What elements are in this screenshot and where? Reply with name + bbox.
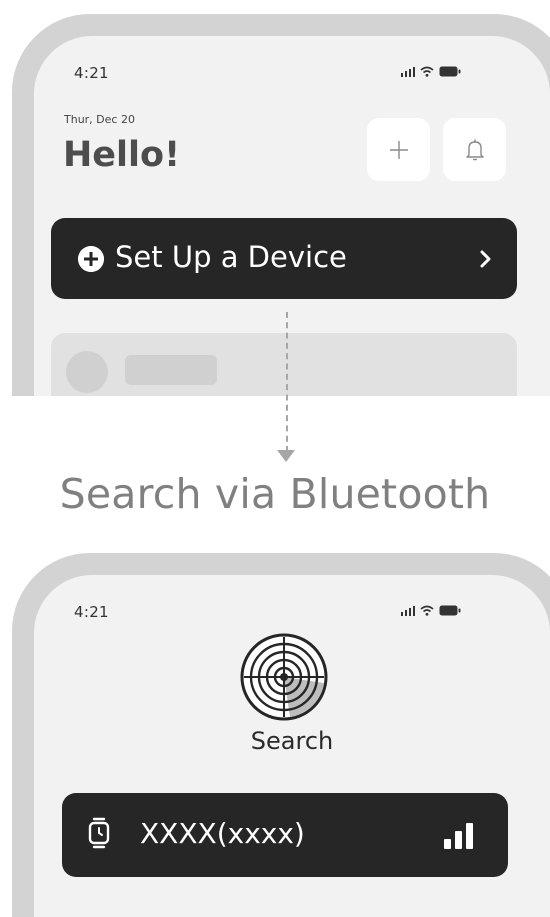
status-icons [401, 66, 461, 77]
search-screen: 4:21 Search XXXX(xxxx) [34, 575, 550, 917]
chevron-right-icon [480, 250, 491, 268]
plus-icon [389, 140, 408, 159]
home-screen: 4:21 Thur, Dec 20 Hello! Set Up a Device [34, 36, 550, 396]
status-time: 4:21 [74, 64, 109, 82]
notifications-button[interactable] [443, 118, 506, 181]
battery-icon [439, 66, 461, 77]
search-label: Search [250, 727, 334, 755]
flow-caption: Search via Bluetooth [59, 470, 491, 518]
status-icons [401, 605, 461, 616]
flow-connector-line [286, 312, 288, 452]
cellular-signal-icon [401, 66, 415, 77]
placeholder-text [125, 355, 217, 385]
wifi-icon [420, 605, 434, 616]
device-list-item[interactable]: XXXX(xxxx) [62, 793, 508, 877]
placeholder-avatar [66, 351, 108, 393]
greeting-title: Hello! [63, 135, 181, 175]
setup-device-label: Set Up a Device [115, 240, 347, 274]
watch-icon [88, 817, 110, 849]
setup-device-button[interactable]: Set Up a Device [51, 218, 517, 299]
placeholder-card [51, 333, 517, 396]
add-button[interactable] [367, 118, 430, 181]
arrow-down-icon [277, 450, 295, 462]
device-name: XXXX(xxxx) [140, 817, 305, 850]
cellular-signal-icon [401, 605, 415, 616]
plus-circle-icon [78, 246, 104, 272]
status-time: 4:21 [74, 603, 109, 621]
radar-icon[interactable] [240, 633, 328, 721]
wifi-icon [420, 66, 434, 77]
phone-frame-home: 4:21 Thur, Dec 20 Hello! Set Up a Device [12, 14, 550, 396]
battery-icon [439, 605, 461, 616]
date-label: Thur, Dec 20 [64, 113, 135, 126]
signal-strength-icon [444, 821, 473, 849]
phone-frame-search: 4:21 Search XXXX(xxxx) [12, 553, 550, 917]
bell-icon [465, 139, 484, 160]
